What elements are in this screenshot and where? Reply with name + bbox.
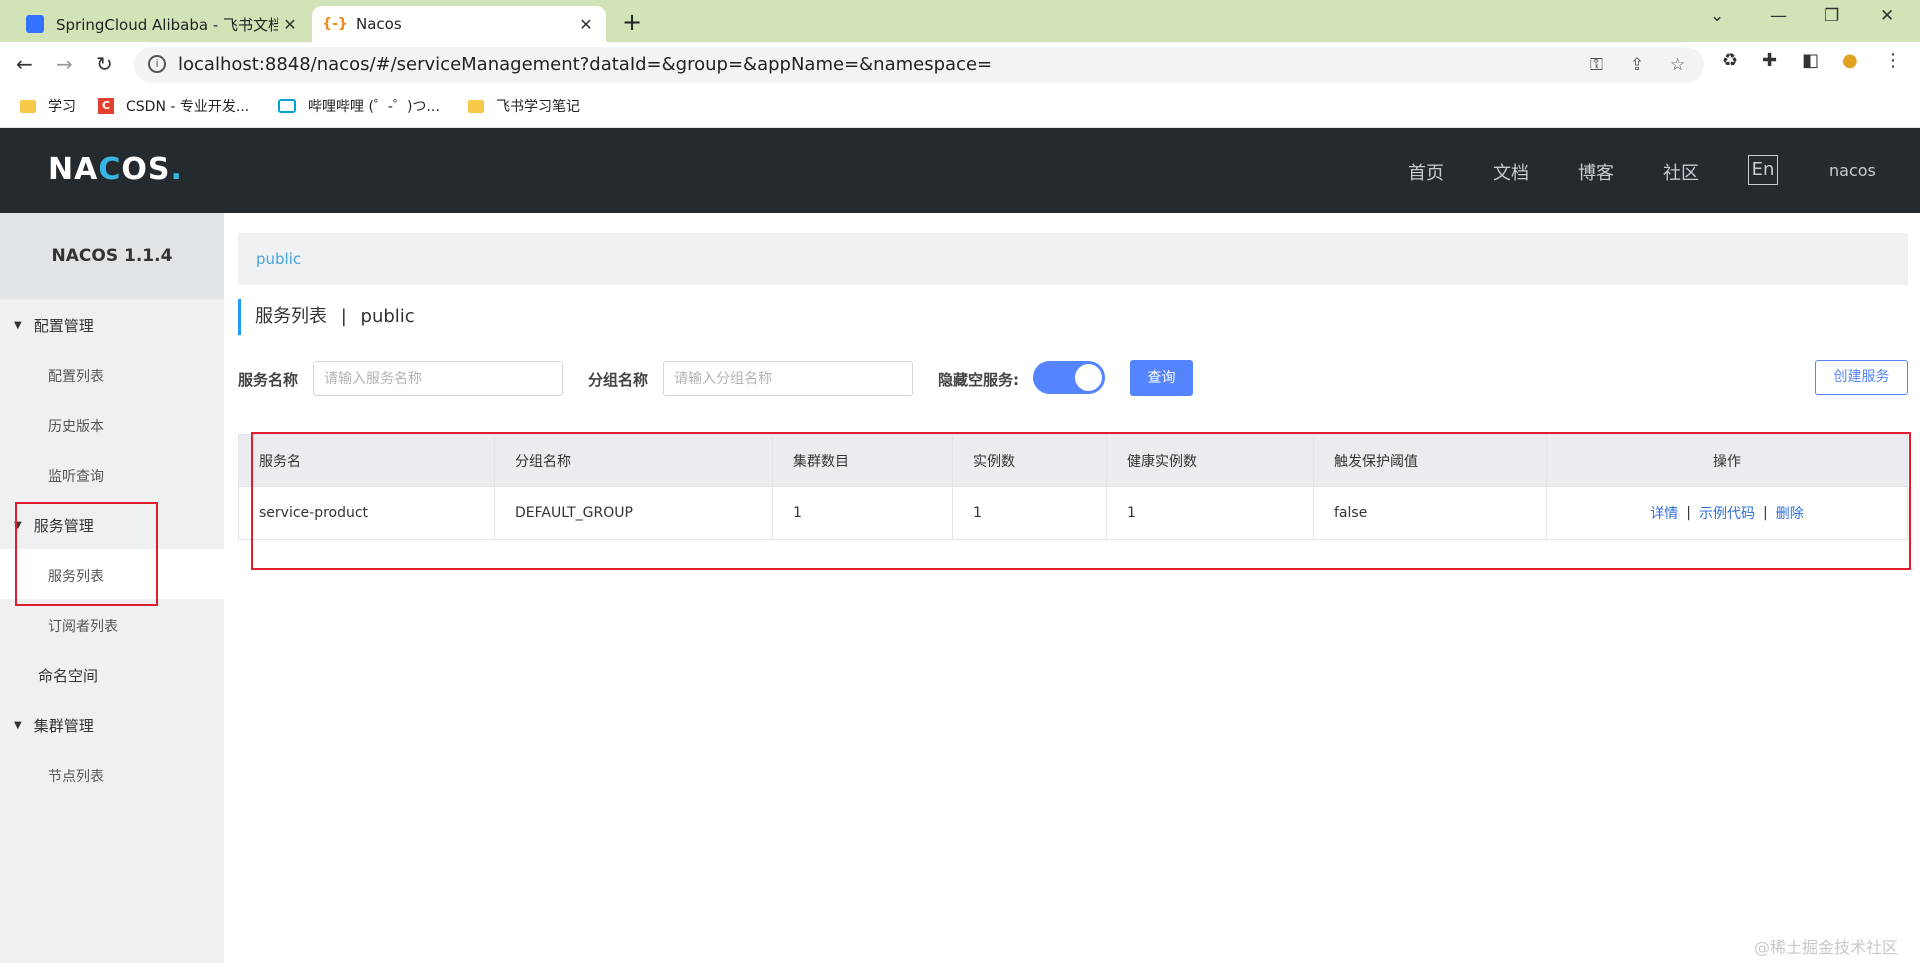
bookmark-label: 哔哩哔哩 (゜-゜)つ... xyxy=(308,99,440,115)
reload-icon[interactable]: ↻ xyxy=(96,52,113,76)
menu-item-config-list[interactable]: 配置列表 xyxy=(48,366,104,386)
menu-item-node-list[interactable]: 节点列表 xyxy=(48,766,104,786)
extensions-puzzle-icon[interactable]: ✚ xyxy=(1762,50,1777,71)
minimize-icon[interactable]: — xyxy=(1770,6,1787,26)
profile-avatar-icon[interactable]: ● xyxy=(1842,50,1858,71)
nav-docs[interactable]: 文档 xyxy=(1493,159,1529,185)
page-title-text: 服务列表 xyxy=(255,306,327,327)
csdn-icon: C xyxy=(98,98,114,114)
folder-icon xyxy=(468,99,484,113)
bookmarks-bar: 学习 C CSDN - 专业开发... 哔哩哔哩 (゜-゜)つ... 飞书学习笔… xyxy=(0,88,1920,128)
browser-toolbar: ← → ↻ i localhost:8848/nacos/#/serviceMa… xyxy=(0,42,1920,88)
watermark: @稀土掘金技术社区 xyxy=(1754,938,1899,957)
bookmark-csdn[interactable]: C CSDN - 专业开发... xyxy=(98,96,249,116)
menu-group-label: 配置管理 xyxy=(33,317,94,335)
key-icon[interactable]: ⚿ xyxy=(1590,55,1603,75)
version-label: NACOS 1.1.4 xyxy=(0,213,224,299)
menu-item-listener[interactable]: 监听查询 xyxy=(48,466,104,486)
window-close-icon[interactable]: ✕ xyxy=(1880,6,1894,26)
bookmark-label: 学习 xyxy=(48,99,76,115)
bookmark-study[interactable]: 学习 xyxy=(20,96,76,116)
restore-icon[interactable]: ❐ xyxy=(1824,6,1839,26)
menu-item-history[interactable]: 历史版本 xyxy=(48,416,104,436)
query-button[interactable]: 查询 xyxy=(1130,360,1193,396)
back-icon[interactable]: ← xyxy=(16,52,33,76)
annotation-box-sidebar xyxy=(15,502,158,606)
service-name-input[interactable] xyxy=(313,361,563,396)
browser-tab-feishu[interactable]: SpringCloud Alibaba - 飞书文档 ✕ xyxy=(10,6,310,42)
bookmark-star-icon[interactable]: ☆ xyxy=(1670,55,1685,75)
caret-down-icon: ▼ xyxy=(14,320,22,331)
page-title: 服务列表 | public xyxy=(238,299,415,335)
bookmark-feishu-notes[interactable]: 飞书学习笔记 xyxy=(468,96,580,116)
page-title-namespace: public xyxy=(360,306,415,327)
page-title-separator: | xyxy=(340,306,347,327)
browser-tab-strip: SpringCloud Alibaba - 飞书文档 ✕ {-} Nacos ✕… xyxy=(0,0,1920,42)
address-bar[interactable]: i localhost:8848/nacos/#/serviceManageme… xyxy=(134,47,1704,83)
menu-kebab-icon[interactable]: ⋮ xyxy=(1884,50,1902,71)
share-icon[interactable]: ⇪ xyxy=(1630,55,1644,75)
menu-item-subscriber-list[interactable]: 订阅者列表 xyxy=(48,616,118,636)
new-tab-icon[interactable]: + xyxy=(622,8,642,36)
language-switch[interactable]: En xyxy=(1748,155,1778,185)
menu-group-label: 集群管理 xyxy=(33,717,94,735)
hide-empty-label: 隐藏空服务: xyxy=(938,371,1019,389)
forward-icon[interactable]: → xyxy=(56,52,73,76)
recycle-extension-icon[interactable]: ♻ xyxy=(1722,50,1738,71)
nav-home[interactable]: 首页 xyxy=(1408,159,1444,185)
tab-title: SpringCloud Alibaba - 飞书文档 xyxy=(56,15,278,34)
create-service-button[interactable]: 创建服务 xyxy=(1815,360,1908,395)
namespace-tab-public[interactable]: public xyxy=(256,250,301,268)
tab-title: Nacos xyxy=(356,15,402,33)
bookmark-label: 飞书学习笔记 xyxy=(496,99,580,115)
site-info-icon[interactable]: i xyxy=(148,55,166,73)
service-name-label: 服务名称 xyxy=(238,371,299,389)
nav-blog[interactable]: 博客 xyxy=(1578,159,1614,185)
nacos-logo[interactable]: NACOS. xyxy=(48,152,183,187)
folder-icon xyxy=(20,99,36,113)
nav-community[interactable]: 社区 xyxy=(1663,159,1699,185)
feishu-doc-icon xyxy=(26,15,44,33)
hide-empty-toggle[interactable] xyxy=(1033,361,1105,394)
menu-item-namespace[interactable]: 命名空间 xyxy=(38,665,98,686)
nacos-favicon-icon: {-} xyxy=(322,16,348,32)
bookmark-label: CSDN - 专业开发... xyxy=(126,99,250,115)
group-name-input[interactable] xyxy=(663,361,913,396)
toggle-knob xyxy=(1075,364,1102,391)
user-name[interactable]: nacos xyxy=(1829,161,1876,180)
group-name-label: 分组名称 xyxy=(588,371,649,389)
menu-group-config[interactable]: ▼ 配置管理 xyxy=(14,315,94,336)
bilibili-icon xyxy=(278,99,296,113)
bookmark-bilibili[interactable]: 哔哩哔哩 (゜-゜)つ... xyxy=(278,96,440,116)
close-icon[interactable]: ✕ xyxy=(278,15,302,34)
nacos-header: NACOS. 首页 文档 博客 社区 En nacos xyxy=(0,128,1920,213)
side-panel-icon[interactable]: ◧ xyxy=(1802,50,1819,71)
browser-tab-nacos[interactable]: {-} Nacos ✕ xyxy=(312,6,606,42)
tab-search-icon[interactable]: ⌄ xyxy=(1710,6,1724,26)
caret-down-icon: ▼ xyxy=(14,720,22,731)
annotation-box-table xyxy=(251,432,1911,570)
url-text[interactable]: localhost:8848/nacos/#/serviceManagement… xyxy=(178,54,992,75)
close-icon[interactable]: ✕ xyxy=(574,15,598,34)
namespace-bar: public xyxy=(238,233,1908,285)
menu-group-cluster[interactable]: ▼ 集群管理 xyxy=(14,715,94,736)
